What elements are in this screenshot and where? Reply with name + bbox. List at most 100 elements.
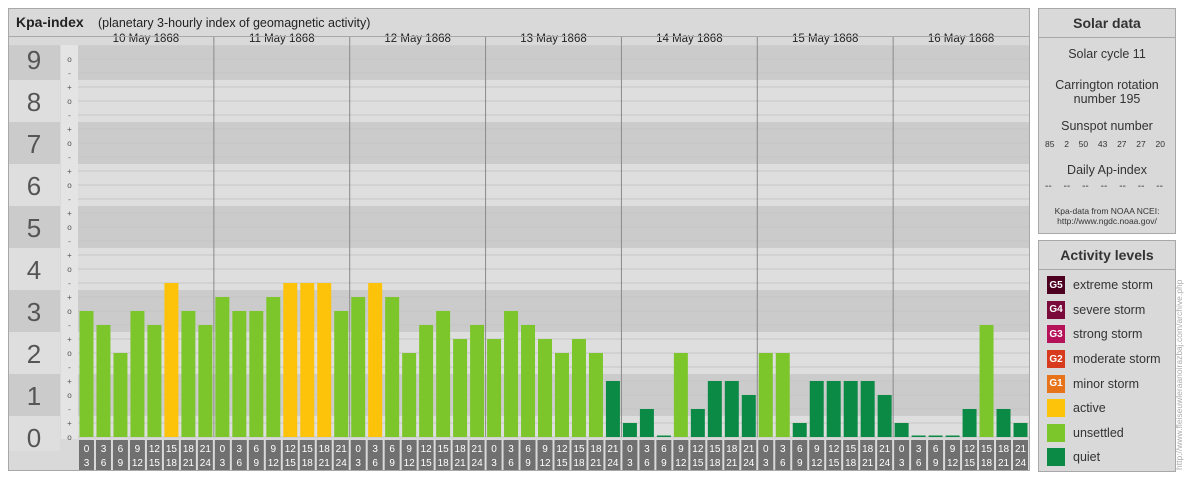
interval-start-label: 15 (302, 444, 314, 455)
ap-value: -- (1045, 181, 1052, 192)
interval-start-label: 3 (780, 444, 786, 455)
y-tick-label: 8 (27, 87, 41, 117)
interval-start-label: 9 (135, 444, 141, 455)
kp-bar (453, 339, 468, 437)
source-line-1: Kpa-data from NOAA NCEI: (1054, 206, 1160, 216)
interval-end-label: 9 (254, 458, 260, 469)
legend-badge-g1: G1 (1047, 374, 1065, 393)
activity-levels-title: Activity levels (1039, 241, 1175, 270)
interval-end-label: 12 (268, 458, 280, 469)
kp-bar (1013, 423, 1028, 437)
y-minor-label: + (67, 125, 72, 134)
legend-list: G5 extreme storm G4 severe storm G3 stro… (1039, 270, 1175, 470)
y-minor-label: o (67, 181, 72, 190)
interval-start-label: 21 (743, 444, 755, 455)
interval-end-label: 18 (981, 458, 993, 469)
ap-value: -- (1156, 181, 1163, 192)
y-tick-label: 7 (27, 129, 41, 159)
y-minor-label: - (68, 237, 71, 246)
kp-bar (249, 311, 264, 437)
kp-bar (164, 282, 179, 437)
y-minor-label: o (67, 139, 72, 148)
interval-end-label: 9 (933, 458, 939, 469)
y-minor-label: o (67, 97, 72, 106)
kp-bar (487, 339, 502, 437)
kp-bar (436, 311, 451, 437)
interval-end-label: 9 (389, 458, 395, 469)
kp-bar (198, 324, 213, 437)
interval-start-label: 21 (1015, 444, 1027, 455)
interval-end-label: 21 (862, 458, 874, 469)
interval-end-label: 24 (743, 458, 755, 469)
interval-start-label: 12 (964, 444, 976, 455)
y-minor-label: - (68, 279, 71, 288)
legend-item-g3: G3 strong storm (1039, 322, 1175, 347)
y-minor-label: o (67, 433, 72, 442)
interval-end-label: 3 (763, 458, 769, 469)
kp-bar (385, 297, 400, 437)
sunspot-value: 43 (1097, 139, 1108, 149)
kp-bar (707, 381, 722, 437)
legend-item-g4: G4 severe storm (1039, 298, 1175, 323)
interval-end-label: 6 (237, 458, 243, 469)
interval-start-label: 15 (981, 444, 993, 455)
interval-start-label: 3 (101, 444, 107, 455)
interval-start-label: 12 (692, 444, 704, 455)
legend-label: unsettled (1073, 425, 1124, 440)
kp-bar (758, 353, 773, 437)
kp-bar (673, 353, 688, 437)
kp-bar (555, 353, 569, 437)
carrington-line-2: number 195 (1073, 92, 1141, 106)
source-link[interactable]: http://www.ngdc.noaa.gov/ (1039, 216, 1175, 226)
interval-start-label: 18 (998, 444, 1010, 455)
interval-end-label: 24 (607, 458, 619, 469)
y-minor-label: - (68, 405, 71, 414)
sunspot-label: Sunspot number (1061, 119, 1153, 133)
interval-start-label: 15 (573, 444, 585, 455)
kp-bar (283, 282, 298, 437)
interval-end-label: 15 (149, 458, 161, 469)
legend-item-quiet: quiet (1039, 445, 1175, 470)
interval-start-label: 9 (542, 444, 548, 455)
day-label: 13 May 1868 (520, 33, 587, 45)
interval-start-label: 21 (607, 444, 619, 455)
y-minor-label: + (67, 251, 72, 260)
sunspot-value: 27 (1136, 139, 1146, 149)
kp-bar (605, 381, 620, 437)
y-minor-label: + (67, 83, 72, 92)
day-label: 12 May 1868 (384, 33, 451, 45)
ap-value: -- (1082, 181, 1089, 192)
y-minor-label: + (67, 209, 72, 218)
interval-start-label: 0 (220, 444, 226, 455)
interval-start-label: 18 (183, 444, 195, 455)
interval-start-label: 0 (763, 444, 769, 455)
y-minor-label: - (68, 321, 71, 330)
kp-bar (368, 282, 383, 437)
legend-label: moderate storm (1073, 352, 1161, 367)
sunspot-value: 20 (1155, 139, 1165, 149)
interval-start-label: 18 (455, 444, 467, 455)
y-minor-label: - (68, 195, 71, 204)
interval-start-label: 0 (627, 444, 633, 455)
kp-bar (809, 381, 824, 437)
interval-start-label: 15 (166, 444, 178, 455)
interval-start-label: 3 (508, 444, 514, 455)
interval-start-label: 18 (726, 444, 738, 455)
sunspot-value: 85 (1045, 139, 1055, 149)
ap-value: -- (1100, 181, 1108, 192)
source-note: Kpa-data from NOAA NCEI: http://www.ngdc… (1039, 206, 1175, 226)
day-label: 15 May 1868 (792, 33, 859, 45)
interval-start-label: 6 (118, 444, 124, 455)
interval-end-label: 18 (573, 458, 585, 469)
interval-start-label: 6 (797, 444, 803, 455)
interval-end-label: 6 (644, 458, 650, 469)
legend-item-active: active (1039, 396, 1175, 421)
solar-cycle: Solar cycle 11 (1068, 47, 1146, 61)
kp-bar (741, 395, 756, 437)
ap-value: -- (1063, 181, 1071, 192)
legend-badge-g3: G3 (1047, 325, 1065, 344)
interval-start-label: 3 (644, 444, 650, 455)
y-minor-label: - (68, 363, 71, 372)
y-minor-label: o (67, 349, 72, 358)
interval-end-label: 18 (845, 458, 857, 469)
